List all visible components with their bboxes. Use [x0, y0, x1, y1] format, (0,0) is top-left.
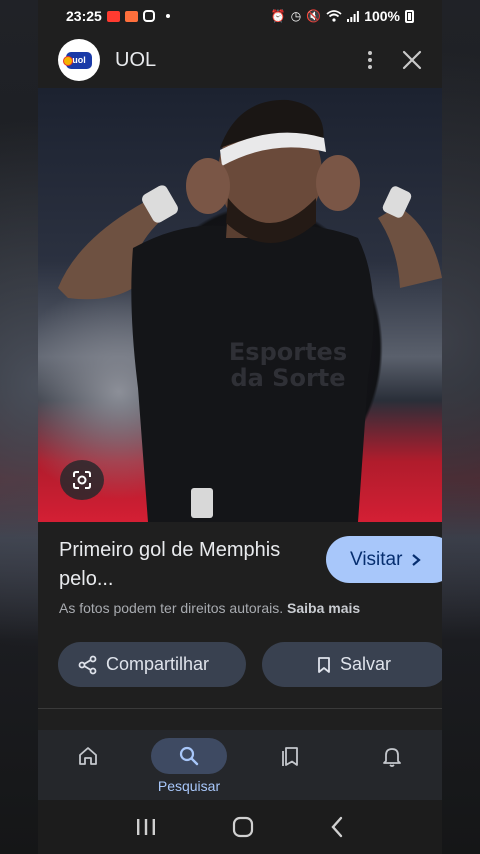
google-lens-icon: [73, 471, 91, 489]
google-lens-button[interactable]: [60, 460, 104, 500]
result-image[interactable]: Esportes da Sorte: [38, 88, 442, 522]
dot-icon: [165, 14, 170, 18]
save-label: Salvar: [340, 654, 392, 674]
status-time: 23:25: [66, 8, 102, 24]
result-title[interactable]: Primeiro gol de Memphis pelo...: [59, 536, 309, 594]
learn-more-link[interactable]: Saiba mais: [287, 600, 360, 616]
uol-logo: uol: [58, 39, 100, 81]
battery-icon: [405, 9, 414, 23]
clock-icon: ◷: [290, 9, 302, 23]
jersey-text-line1: Esportes: [229, 338, 347, 366]
home-icon: [79, 747, 97, 765]
result-header: uol UOL: [38, 32, 442, 88]
nav-notifications[interactable]: [372, 738, 412, 774]
close-icon[interactable]: [402, 50, 422, 70]
more-vert-icon[interactable]: [368, 51, 372, 69]
site-name[interactable]: UOL: [115, 49, 156, 72]
instagram-icon: [142, 10, 155, 22]
share-icon: [78, 655, 97, 674]
back-icon[interactable]: [329, 816, 345, 838]
visit-label: Visitar: [350, 548, 403, 570]
home-button-icon[interactable]: [231, 815, 255, 839]
bookmark-icon: [318, 656, 330, 673]
nav-search-label: Pesquisar: [157, 778, 221, 794]
nav-home[interactable]: [68, 738, 108, 774]
chevron-right-icon: [412, 553, 422, 566]
collections-icon: [282, 747, 298, 766]
system-nav-bar: [38, 800, 442, 854]
jersey-text-line2: da Sorte: [230, 364, 345, 392]
result-info: Primeiro gol de Memphis pelo... Visitar …: [38, 522, 442, 712]
youtube-icon: [106, 10, 120, 22]
nav-collections[interactable]: [270, 738, 310, 774]
wifi-icon: [326, 10, 342, 22]
copyright-notice: As fotos podem ter direitos autorais. Sa…: [59, 600, 442, 616]
alarm-icon: ⏰: [270, 9, 286, 23]
copyright-text: As fotos podem ter direitos autorais.: [59, 600, 284, 616]
logo-text: uol: [72, 55, 86, 65]
recents-icon[interactable]: [135, 817, 157, 837]
battery-percent: 100%: [364, 8, 400, 24]
share-label: Compartilhar: [106, 654, 210, 674]
share-button[interactable]: Compartilhar: [58, 642, 246, 687]
bell-icon: [383, 748, 401, 767]
signal-icon: [347, 10, 360, 22]
nav-search[interactable]: Pesquisar: [151, 738, 227, 794]
divider: [38, 708, 442, 709]
visit-button[interactable]: Visitar: [326, 536, 442, 583]
player-illustration: Esportes da Sorte: [58, 99, 442, 522]
mute-icon: 🔇: [306, 9, 322, 23]
phone-screen: 23:25 ⏰ ◷ 🔇 100% uol UOL Esportes da Sor…: [38, 0, 442, 854]
app-icon: [124, 10, 138, 22]
search-icon: [179, 746, 199, 766]
status-bar: 23:25 ⏰ ◷ 🔇 100%: [38, 0, 442, 32]
save-button[interactable]: Salvar: [262, 642, 442, 687]
bottom-nav: Pesquisar: [38, 730, 442, 800]
